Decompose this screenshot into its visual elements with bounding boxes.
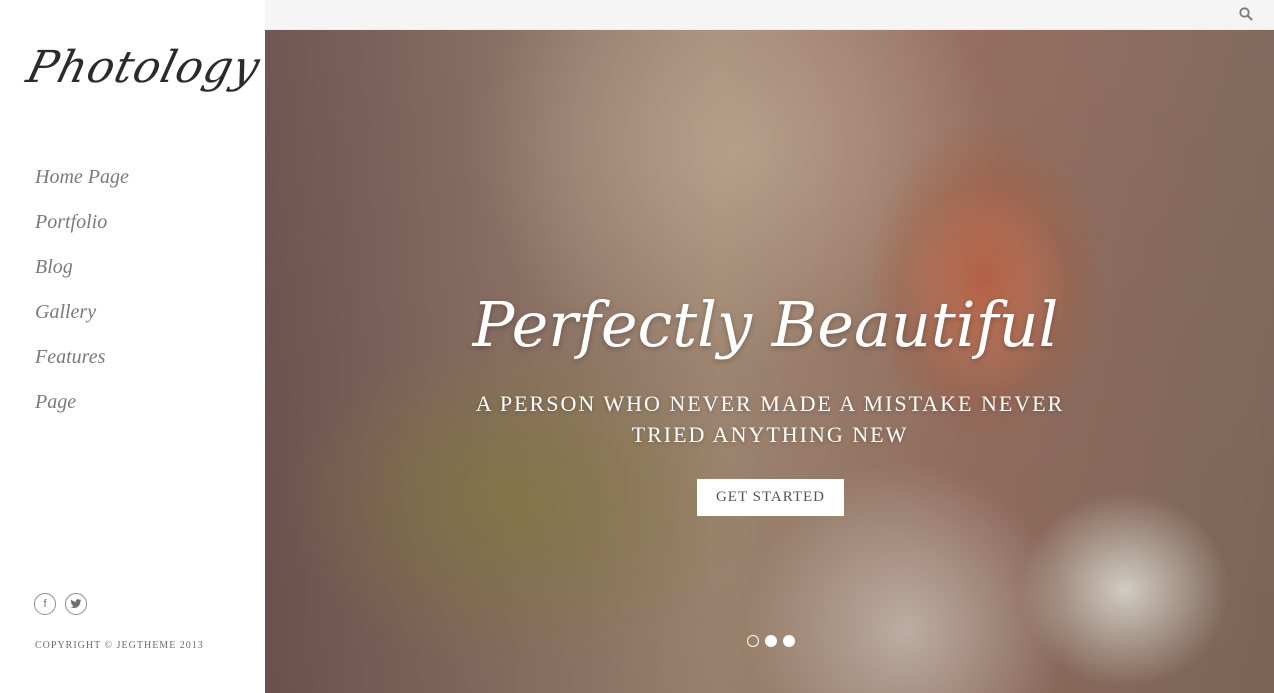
hero-subtitle: A PERSON WHO NEVER MADE A MISTAKE NEVER … — [475, 391, 1065, 447]
hero-slider: Perfectly Beautiful A PERSON WHO NEVER M… — [265, 30, 1274, 693]
nav-item-portfolio[interactable]: Portfolio — [35, 205, 129, 250]
nav-item-blog[interactable]: Blog — [35, 250, 129, 295]
main-nav: Home Page Portfolio Blog Gallery Feature… — [35, 160, 129, 430]
logo-text: Photology — [21, 42, 266, 93]
hero-title: Perfectly Beautiful — [265, 288, 1274, 361]
sidebar: Photology Home Page Portfolio Blog Galle… — [0, 0, 266, 693]
slider-pagination — [747, 635, 795, 647]
slider-dot-1[interactable] — [747, 635, 759, 647]
site-logo[interactable]: Photology — [22, 36, 266, 108]
nav-item-home-page[interactable]: Home Page — [35, 160, 129, 205]
slider-dot-3[interactable] — [783, 635, 795, 647]
twitter-bird-icon — [70, 599, 82, 609]
search-icon[interactable] — [1238, 6, 1254, 22]
nav-item-page[interactable]: Page — [35, 385, 129, 430]
facebook-glyph: f — [43, 598, 47, 610]
social-links: f — [34, 593, 87, 615]
search-glyph — [1239, 7, 1253, 21]
twitter-icon[interactable] — [65, 593, 87, 615]
slider-dot-2[interactable] — [765, 635, 777, 647]
top-bar — [265, 0, 1274, 30]
copyright-text: COPYRIGHT © JEGTHEME 2013 — [35, 640, 204, 651]
facebook-icon[interactable]: f — [34, 593, 56, 615]
nav-item-features[interactable]: Features — [35, 340, 129, 385]
nav-item-gallery[interactable]: Gallery — [35, 295, 129, 340]
hero-title-text: Perfectly Beautiful — [472, 288, 1059, 361]
get-started-button[interactable]: GET STARTED — [697, 479, 844, 516]
